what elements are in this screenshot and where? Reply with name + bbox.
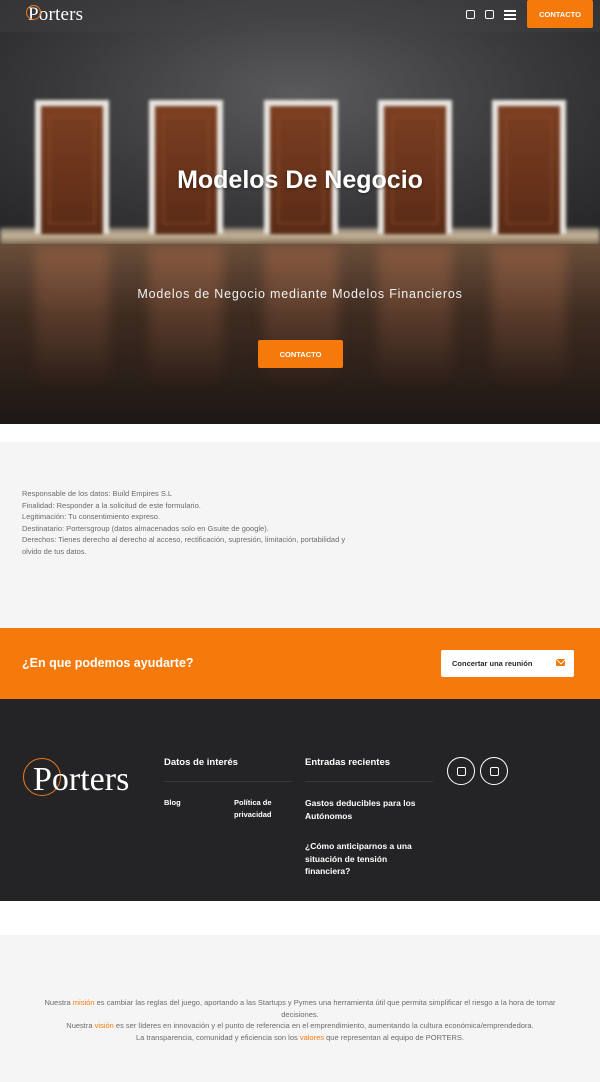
mail-icon [556,659,565,666]
instagram-icon[interactable] [485,10,494,19]
schedule-meeting-label: Concertar una reunión [452,659,533,668]
cta-question: ¿En que podemos ayudarte? [22,656,194,670]
mission-text: Nuestra misión es cambiar las reglas del… [30,997,570,1044]
footer-link-privacy-line2: privacidad [234,810,272,819]
footer-link-privacy[interactable]: Política de privacidad [234,797,272,821]
footer-linkedin-button[interactable] [447,757,475,785]
linkedin-icon [457,767,466,776]
privacy-notice-section: Responsable de los datos: Build Empires … [0,442,600,628]
privacy-notice-text: Responsable de los datos: Build Empires … [22,488,382,558]
linkedin-icon[interactable] [466,10,475,19]
divider [305,781,433,782]
privacy-line: Responsable de los datos: Build Empires … [22,489,173,498]
instagram-icon [490,767,499,776]
privacy-line: Destinatario: Portersgroup (datos almace… [22,523,269,533]
mission-link[interactable]: misión [73,998,95,1007]
divider [164,781,292,782]
mission-text-part: Nuestra [44,998,73,1007]
hero-section: Porters CONTACTO Modelos De Negocio Mode… [0,0,600,424]
values-line: La transparencia, comunidad y eficiencia… [30,1032,570,1044]
footer-logo-text: Porters [33,761,130,798]
footer-instagram-button[interactable] [480,757,508,785]
vision-text-part: es ser líderes en innovación y el punto … [113,1021,534,1031]
site-footer: Porters Datos de interés Blog Política d… [0,699,600,901]
recent-post-line: Autónomos [305,810,353,821]
datos-de-interes-heading: Datos de interés [164,757,238,768]
hero-door-reflection [492,246,566,386]
logo-ring-icon [26,5,41,20]
recent-post-line: Gastos deducibles para los [305,798,416,808]
values-text-part: La transparencia, comunidad y eficiencia… [136,1033,300,1043]
header-contact-button[interactable]: CONTACTO [527,0,593,28]
top-header: Porters CONTACTO [0,0,600,32]
footer-link-blog[interactable]: Blog [164,797,181,809]
footer-link-privacy-line1: Política de [234,798,272,807]
brand-logo[interactable]: Porters [26,4,83,26]
recent-post-line: ¿Cómo anticiparnos a una [305,841,412,851]
vision-line: Nuestra visión es ser líderes en innovac… [30,1020,570,1032]
values-text-part: que representan al equipo de PORTERS. [324,1033,464,1043]
menu-icon[interactable] [504,10,516,20]
privacy-line: Legitimación: Tu consentimiento expreso. [22,512,160,522]
hero-door-reflection [378,246,452,386]
privacy-line: olvido de tus datos. [22,546,87,556]
schedule-meeting-button[interactable]: Concertar una reunión [441,650,574,677]
cta-band: ¿En que podemos ayudarte? Concertar una … [0,628,600,699]
hero-door-reflection [149,246,223,386]
hero-subtitle: Modelos de Negocio mediante Modelos Fina… [137,287,463,301]
values-link[interactable]: valores [300,1033,324,1042]
mission-line: Nuestra misión es cambiar las reglas del… [30,997,570,1020]
privacy-line: Derechos: Tienes derecho al derecho al a… [22,535,346,545]
footer-brand-logo[interactable]: Porters [23,758,134,802]
vision-link[interactable]: visión [95,1021,114,1030]
mission-text-part: es cambiar las reglas del juego, aportan… [94,998,556,1019]
page-title: Modelos De Negocio [177,166,423,194]
mission-section: Nuestra misión es cambiar las reglas del… [0,935,600,1082]
hero-door-reflection [35,246,109,386]
recent-post-link[interactable]: Gastos deducibles para los Autónomos [305,797,435,822]
recent-post-line: situación de tensión [305,853,388,864]
recent-post-link[interactable]: ¿Cómo anticiparnos a una situación de te… [305,840,435,878]
entradas-recientes-heading: Entradas recientes [305,757,391,768]
vision-text-part: Nuestra [66,1021,95,1031]
hero-contact-button[interactable]: CONTACTO [258,340,343,368]
privacy-line: Finalidad: Responder a la solicitud de e… [22,500,201,510]
recent-post-line: financiera? [305,866,351,876]
